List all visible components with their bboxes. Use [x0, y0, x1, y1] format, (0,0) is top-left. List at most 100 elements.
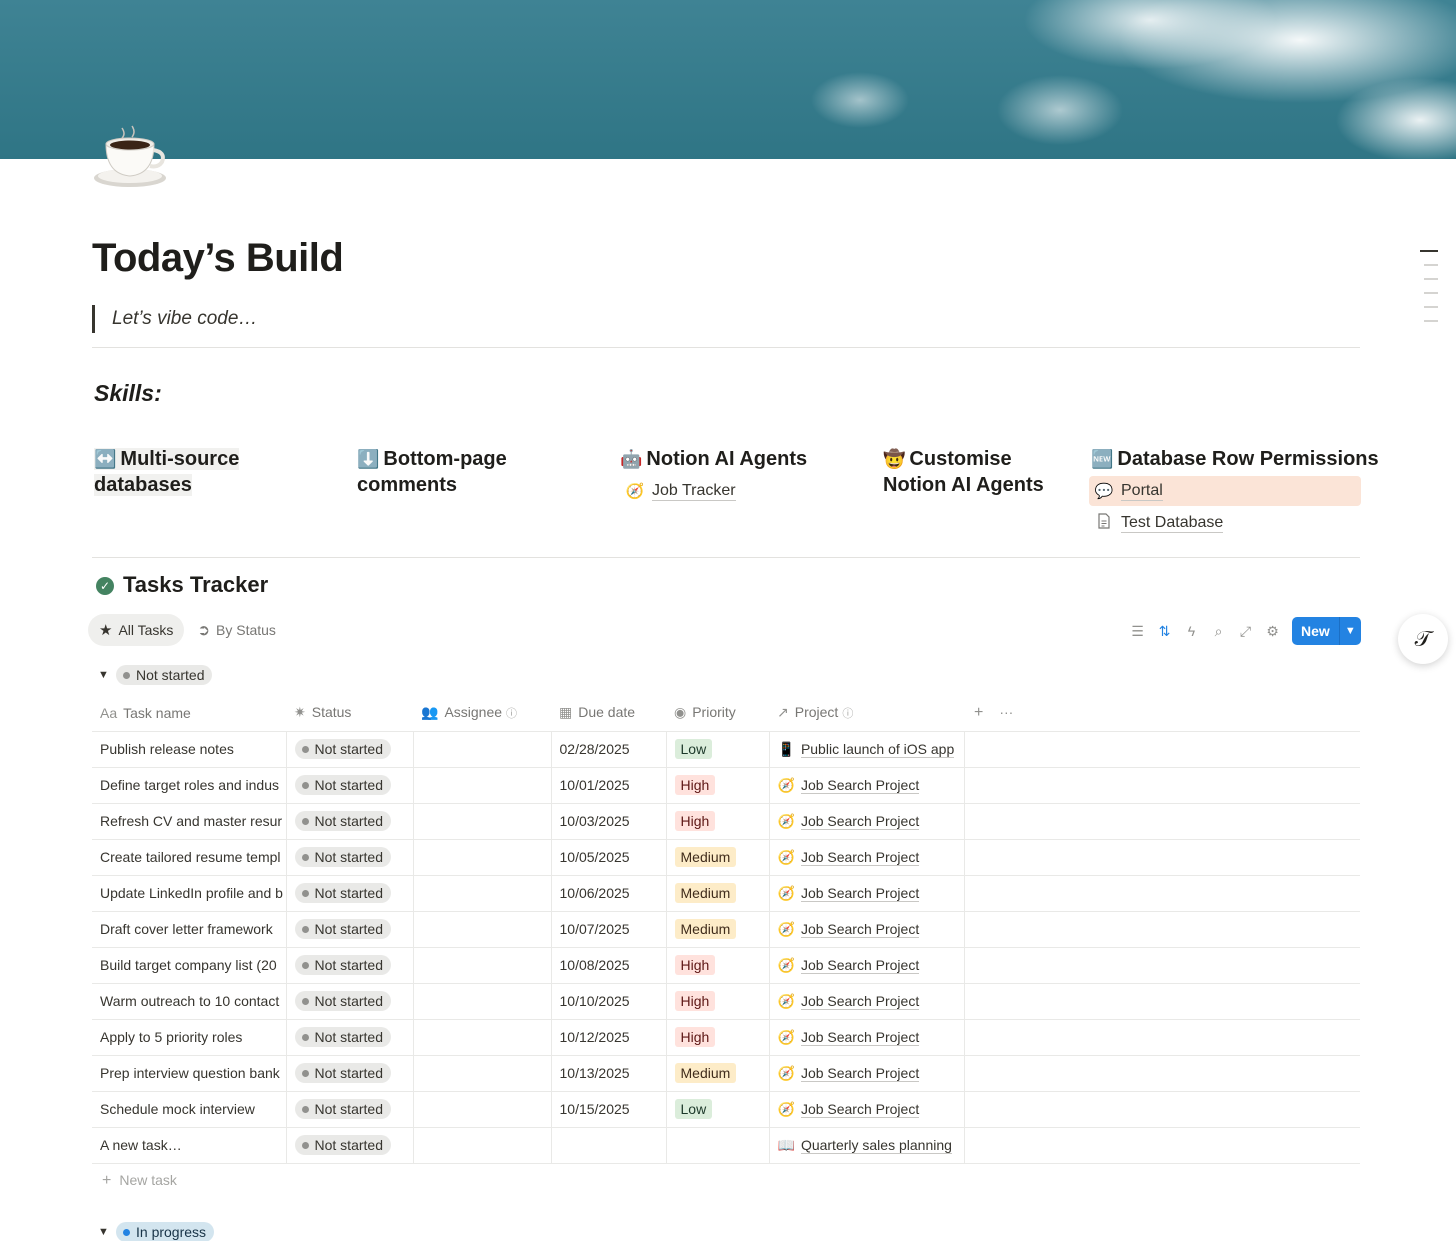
due-date-cell[interactable]: 10/08/2025	[551, 946, 667, 983]
status-cell[interactable]: Not started	[286, 802, 414, 839]
skill-heading[interactable]: ⬇️ Bottom-page comments	[357, 446, 587, 498]
priority-cell[interactable]: Medium	[666, 838, 770, 875]
priority-cell[interactable]: High	[666, 766, 770, 803]
status-cell[interactable]: Not started	[286, 946, 414, 983]
settings-sliders-icon[interactable]: ⚙	[1259, 623, 1286, 640]
assignee-cell[interactable]	[413, 838, 552, 875]
project-cell[interactable]: 📖 Quarterly sales planning	[769, 1126, 965, 1164]
assignee-cell[interactable]	[413, 874, 552, 911]
project-link[interactable]: Quarterly sales planning	[800, 1136, 952, 1154]
chevron-down-icon[interactable]: ▼	[1338, 617, 1361, 645]
page-link-test-database[interactable]: Test Database	[1089, 508, 1361, 538]
project-link[interactable]: Job Search Project	[800, 884, 920, 902]
project-cell[interactable]: 🧭 Job Search Project	[769, 838, 965, 875]
task-name-cell[interactable]: Create tailored resume templ	[92, 838, 287, 875]
table-row[interactable]: A new task… Not started 📖 Quarterly sales p…	[92, 1126, 1360, 1164]
assignee-cell[interactable]	[413, 982, 552, 1019]
task-name-cell[interactable]: Warm outreach to 10 contact	[92, 982, 287, 1019]
column-header-add[interactable]: + ···	[964, 695, 1360, 731]
coffee-cup-icon[interactable]	[92, 122, 170, 190]
task-name-cell[interactable]: Prep interview question bank	[92, 1054, 287, 1091]
table-row[interactable]: Warm outreach to 10 contact Not started 10…	[92, 982, 1360, 1019]
task-name-cell[interactable]: Build target company list (20	[92, 946, 287, 983]
toc-mark[interactable]	[1420, 250, 1438, 252]
status-cell[interactable]: Not started	[286, 1018, 414, 1055]
due-date-cell[interactable]	[551, 1126, 667, 1164]
task-name-cell[interactable]: Apply to 5 priority roles	[92, 1018, 287, 1055]
table-row[interactable]: Define target roles and indus Not started…	[92, 766, 1360, 803]
project-cell[interactable]: 🧭 Job Search Project	[769, 946, 965, 983]
group-header-not-started[interactable]: ▼ Not started	[98, 665, 213, 685]
table-of-contents-outline[interactable]	[1420, 250, 1438, 334]
project-link[interactable]: Public launch of iOS app	[800, 740, 955, 758]
status-cell[interactable]: Not started	[286, 982, 414, 1019]
column-header-task-name[interactable]: Aa Task name	[92, 695, 286, 731]
due-date-cell[interactable]: 10/15/2025	[551, 1090, 667, 1127]
project-link[interactable]: Job Search Project	[800, 1100, 920, 1118]
status-cell[interactable]: Not started	[286, 910, 414, 947]
toc-mark[interactable]	[1424, 292, 1438, 294]
project-link[interactable]: Job Search Project	[800, 956, 920, 974]
toc-mark[interactable]	[1424, 264, 1438, 266]
task-name-cell[interactable]: Draft cover letter framework	[92, 910, 287, 947]
status-cell[interactable]: Not started	[286, 1090, 414, 1127]
task-name-cell[interactable]: Update LinkedIn profile and b	[92, 874, 287, 911]
project-cell[interactable]: 🧭 Job Search Project	[769, 982, 965, 1019]
collapse-triangle-icon[interactable]: ▼	[98, 1226, 116, 1238]
project-link[interactable]: Job Search Project	[800, 1064, 920, 1082]
status-cell[interactable]: Not started	[286, 838, 414, 875]
project-cell[interactable]: 📱 Public launch of iOS app	[769, 730, 965, 767]
due-date-cell[interactable]: 10/07/2025	[551, 910, 667, 947]
project-link[interactable]: Job Search Project	[800, 920, 920, 938]
table-row[interactable]: Publish release notes Not started 02/28/20…	[92, 730, 1360, 767]
assignee-cell[interactable]	[413, 1018, 552, 1055]
project-link[interactable]: Job Search Project	[800, 848, 920, 866]
filter-icon[interactable]: ☰	[1124, 623, 1151, 640]
column-header-status[interactable]: ✷ Status	[286, 695, 413, 731]
assignee-cell[interactable]	[413, 1090, 552, 1127]
page-title[interactable]: Today’s Build	[92, 236, 344, 281]
table-row[interactable]: Apply to 5 priority roles Not started 10/1…	[92, 1018, 1360, 1055]
sort-icon[interactable]: ⇅	[1151, 623, 1178, 640]
plus-icon[interactable]: +	[974, 704, 983, 721]
project-cell[interactable]: 🧭 Job Search Project	[769, 874, 965, 911]
table-row[interactable]: Schedule mock interview Not started 10/15/…	[92, 1090, 1360, 1127]
priority-cell[interactable]: High	[666, 982, 770, 1019]
skill-heading[interactable]: 🤠 Customise Notion AI Agents	[883, 446, 1073, 498]
page-cover-image[interactable]	[0, 0, 1456, 159]
due-date-cell[interactable]: 10/03/2025	[551, 802, 667, 839]
project-cell[interactable]: 🧭 Job Search Project	[769, 910, 965, 947]
column-header-priority[interactable]: ◉ Priority	[666, 695, 769, 731]
project-cell[interactable]: 🧭 Job Search Project	[769, 1018, 965, 1055]
project-cell[interactable]: 🧭 Job Search Project	[769, 1090, 965, 1127]
column-header-project[interactable]: ↗ Project ⓘ	[769, 695, 964, 731]
database-title[interactable]: ✓ Tasks Tracker	[96, 572, 268, 598]
view-tab-by-status[interactable]: ➲ By Status	[186, 614, 287, 646]
column-header-due-date[interactable]: ▦ Due date	[551, 695, 666, 731]
due-date-cell[interactable]: 10/01/2025	[551, 766, 667, 803]
priority-cell[interactable]: Low	[666, 730, 770, 767]
due-date-cell[interactable]: 10/10/2025	[551, 982, 667, 1019]
status-cell[interactable]: Not started	[286, 766, 414, 803]
table-row[interactable]: Refresh CV and master resur Not started 10…	[92, 802, 1360, 839]
project-link[interactable]: Job Search Project	[800, 776, 920, 794]
group-header-in-progress[interactable]: ▼ In progress	[98, 1222, 215, 1241]
due-date-cell[interactable]: 02/28/2025	[551, 730, 667, 767]
assignee-cell[interactable]	[413, 1054, 552, 1091]
project-link[interactable]: Job Search Project	[800, 1028, 920, 1046]
priority-cell[interactable]	[666, 1126, 770, 1164]
table-row[interactable]: Build target company list (20 Not started…	[92, 946, 1360, 983]
task-name-cell[interactable]: Schedule mock interview	[92, 1090, 287, 1127]
table-row[interactable]: Create tailored resume templ Not started 1…	[92, 838, 1360, 875]
toc-mark[interactable]	[1424, 278, 1438, 280]
expand-icon[interactable]: ⤢	[1232, 623, 1259, 640]
task-name-cell[interactable]: Define target roles and indus	[92, 766, 287, 803]
assignee-cell[interactable]	[413, 802, 552, 839]
status-cell[interactable]: Not started	[286, 1126, 414, 1164]
assignee-cell[interactable]	[413, 730, 552, 767]
priority-cell[interactable]: Medium	[666, 910, 770, 947]
priority-cell[interactable]: High	[666, 802, 770, 839]
new-button[interactable]: New ▼	[1292, 617, 1361, 645]
assignee-cell[interactable]	[413, 766, 552, 803]
priority-cell[interactable]: High	[666, 1018, 770, 1055]
